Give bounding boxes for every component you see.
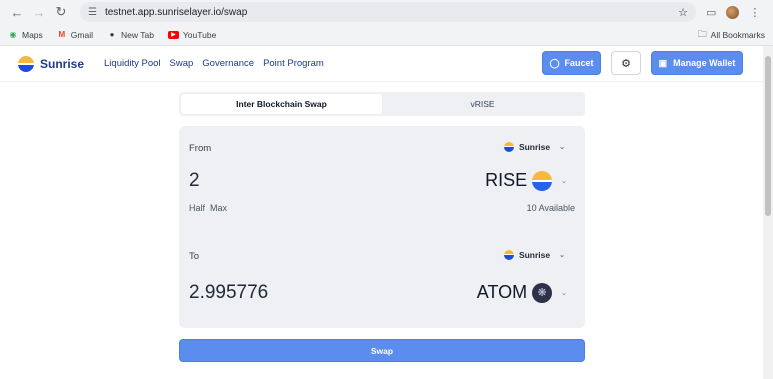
- maps-icon: ◉: [9, 30, 17, 39]
- brand-logo[interactable]: Sunrise: [18, 55, 85, 72]
- to-label: To: [189, 251, 200, 262]
- browser-toolbar: ← → ↻ ☰ testnet.app.sunriselayer.io/swap…: [0, 0, 773, 24]
- bookmark-label: Gmail: [70, 29, 93, 40]
- chevron-down-icon: ⌄: [559, 252, 565, 259]
- page-scrollbar[interactable]: [763, 46, 773, 379]
- rise-token-icon: [532, 170, 553, 191]
- gear-icon: ⚙: [621, 57, 631, 70]
- back-icon[interactable]: ←: [6, 1, 28, 23]
- bookmarks-bar: ◉ Maps M Gmail ● New Tab ▶ YouTube 🗀 All…: [0, 24, 773, 46]
- chevron-down-icon: ⌄: [559, 144, 565, 151]
- wallet-icon: ▣: [658, 57, 668, 68]
- from-chain-select[interactable]: Sunrise ⌄: [503, 142, 565, 152]
- atom-token-icon: ❋: [532, 282, 553, 303]
- swap-button[interactable]: Swap: [179, 339, 585, 362]
- nav-liquidity-pool[interactable]: Liquidity Pool: [104, 58, 161, 69]
- header-actions: ◯ Faucet ⚙ ▣ Manage Wallet: [542, 51, 743, 75]
- to-token-label: ATOM: [476, 282, 528, 302]
- faucet-button[interactable]: ◯ Faucet: [542, 51, 601, 75]
- manage-wallet-button[interactable]: ▣ Manage Wallet: [651, 51, 743, 75]
- reload-icon[interactable]: ↻: [50, 1, 72, 23]
- settings-button[interactable]: ⚙: [611, 51, 641, 75]
- bookmark-label: Maps: [22, 29, 43, 40]
- bookmark-star-icon[interactable]: ☆: [678, 6, 688, 19]
- app-header: Sunrise Liquidity Pool Swap Governance P…: [0, 46, 773, 82]
- from-token-label: RISE: [485, 170, 528, 190]
- droplet-icon: ◯: [549, 57, 560, 68]
- from-chain-label: Sunrise: [518, 142, 551, 152]
- tab-inter-blockchain-swap[interactable]: Inter Blockchain Swap: [181, 94, 382, 114]
- bookmark-maps[interactable]: ◉ Maps: [8, 30, 43, 40]
- from-label: From: [189, 143, 212, 154]
- manage-wallet-label: Manage Wallet: [673, 58, 736, 68]
- sunrise-logo-icon: [18, 55, 34, 72]
- chevron-down-icon: ⌄: [561, 177, 567, 185]
- gmail-icon: M: [58, 30, 66, 39]
- app-page: Sunrise Liquidity Pool Swap Governance P…: [0, 46, 773, 379]
- nav-point-program[interactable]: Point Program: [263, 58, 324, 69]
- to-amount-output: 2.995776: [189, 282, 269, 303]
- brand-name: Sunrise: [40, 56, 85, 71]
- site-info-icon[interactable]: ☰: [88, 7, 97, 18]
- bookmark-gmail[interactable]: M Gmail: [57, 30, 93, 40]
- sunrise-chain-icon: [503, 142, 514, 152]
- scrollbar-thumb[interactable]: [765, 56, 771, 216]
- to-chain-label: Sunrise: [518, 250, 551, 260]
- url-text: testnet.app.sunriselayer.io/swap: [104, 6, 248, 18]
- nav-swap[interactable]: Swap: [170, 58, 194, 69]
- folder-icon: 🗀: [697, 28, 707, 39]
- bookmark-label: New Tab: [121, 29, 154, 40]
- chevron-down-icon: ⌄: [561, 289, 567, 297]
- to-card: To Sunrise ⌄ 2.995776 ATOM ❋ ⌄: [179, 234, 585, 328]
- swap-tabs: Inter Blockchain Swap vRISE: [179, 92, 585, 116]
- forward-icon[interactable]: →: [28, 1, 50, 23]
- sunrise-chain-icon: [503, 250, 514, 260]
- bookmark-label: YouTube: [182, 29, 217, 40]
- profile-avatar[interactable]: [726, 5, 740, 19]
- from-token-select[interactable]: RISE ⌄: [485, 170, 567, 191]
- to-chain-select[interactable]: Sunrise ⌄: [503, 250, 565, 260]
- bookmark-youtube[interactable]: ▶ YouTube: [167, 29, 217, 40]
- nav-governance[interactable]: Governance: [202, 58, 254, 69]
- all-bookmarks[interactable]: 🗀 All Bookmarks: [698, 27, 765, 43]
- globe-icon: ●: [109, 30, 115, 39]
- available-balance: 10 Available: [526, 203, 575, 213]
- menu-kebab-icon[interactable]: ⋮: [749, 6, 760, 19]
- to-token-select[interactable]: ATOM ❋ ⌄: [477, 282, 567, 303]
- from-amount-input[interactable]: 2: [189, 170, 200, 192]
- youtube-icon: ▶: [167, 30, 179, 39]
- main-nav: Liquidity Pool Swap Governance Point Pro…: [104, 58, 324, 69]
- address-bar[interactable]: ☰ testnet.app.sunriselayer.io/swap ☆: [80, 2, 696, 22]
- bookmark-new-tab[interactable]: ● New Tab: [107, 30, 154, 40]
- tab-vrise[interactable]: vRISE: [382, 94, 583, 114]
- max-button[interactable]: Max: [210, 203, 227, 213]
- faucet-label: Faucet: [564, 58, 594, 68]
- all-bookmarks-label: All Bookmarks: [710, 29, 765, 40]
- extensions-icon[interactable]: ▭: [706, 6, 716, 19]
- half-button[interactable]: Half: [189, 203, 205, 213]
